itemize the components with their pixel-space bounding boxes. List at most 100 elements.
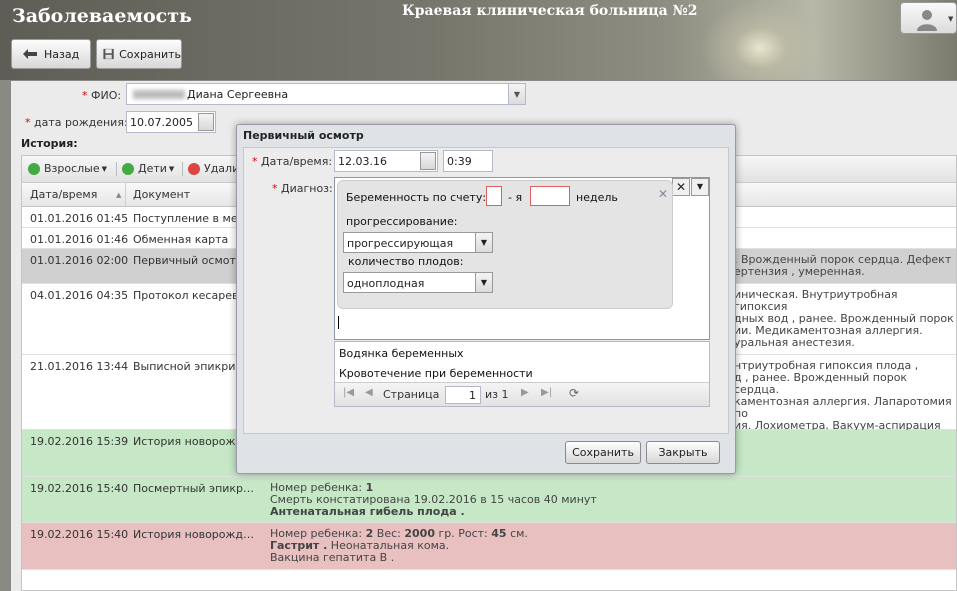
chevron-down-icon: ▼ bbox=[101, 164, 108, 173]
last-page-icon[interactable]: ▶| bbox=[541, 387, 552, 398]
chevron-down-icon: ▼ bbox=[168, 164, 175, 173]
time-field[interactable]: 0:39 bbox=[443, 150, 493, 172]
weeks-label: недель bbox=[576, 191, 618, 204]
delete-icon bbox=[188, 162, 200, 175]
clear-icon[interactable]: ✕ bbox=[672, 178, 690, 196]
fio-label: * ФИО: bbox=[82, 89, 122, 102]
suggestions-pager: |◀ ◀ Страница 1 из 1 ▶ ▶| ⟳ bbox=[335, 382, 709, 406]
save-icon bbox=[103, 48, 114, 60]
progress-label: прогрессирование: bbox=[346, 215, 458, 228]
refresh-icon[interactable]: ⟳ bbox=[569, 386, 579, 400]
row-details: Номер ребенка: 1 Смерть констатирована 1… bbox=[270, 482, 950, 518]
row-doc: История новорожденн... bbox=[133, 528, 259, 541]
app-header: Заболеваемость Краевая клиническая больн… bbox=[0, 0, 957, 80]
fio-value: Диана Сергеевна bbox=[187, 88, 289, 101]
count-suffix: - я bbox=[508, 191, 523, 204]
weeks-input[interactable] bbox=[530, 186, 570, 206]
calendar-icon[interactable] bbox=[420, 152, 436, 170]
row-details: Номер ребенка: 2 Вес: 2000 гр. Рост: 45 … bbox=[270, 528, 950, 564]
height-value: 45 bbox=[491, 527, 507, 540]
page-label: Страница bbox=[383, 388, 440, 401]
col-datetime[interactable]: Дата/время bbox=[30, 188, 97, 201]
suggestion-item[interactable]: Кровотечение при беременности bbox=[339, 367, 533, 380]
progress-select[interactable]: прогрессирующая ▼ bbox=[343, 232, 493, 253]
row-date: 04.01.2016 04:35 bbox=[30, 289, 129, 302]
date-field[interactable]: 12.03.16 bbox=[334, 150, 438, 172]
vaccine-note: Вакцина гепатита В . bbox=[270, 551, 395, 564]
app-title: Заболеваемость bbox=[12, 5, 192, 27]
row-date: 19.02.2016 15:39 bbox=[30, 435, 129, 448]
delete-button[interactable]: Удали bbox=[188, 162, 239, 175]
chevron-down-icon[interactable]: ▼ bbox=[475, 273, 492, 292]
table-row[interactable]: 19.02.2016 15:40 История новорожденн... … bbox=[22, 523, 956, 570]
dialog-close-button[interactable]: Закрыть bbox=[646, 441, 720, 464]
toolbar-divider bbox=[182, 162, 183, 176]
page-input[interactable]: 1 bbox=[445, 386, 481, 404]
user-icon bbox=[917, 10, 937, 31]
height-unit: см. bbox=[506, 527, 528, 540]
row-date: 01.01.2016 01:45 bbox=[30, 212, 129, 225]
progress-value: прогрессирующая bbox=[347, 237, 454, 250]
chevron-down-icon: ▼ bbox=[948, 15, 954, 23]
row-date: 19.02.2016 15:40 bbox=[30, 528, 129, 541]
adults-label: Взрослые bbox=[44, 162, 100, 175]
row-date: 01.01.2016 01:46 bbox=[30, 233, 129, 246]
time-value: 0:39 bbox=[447, 155, 472, 168]
fio-combobox[interactable]: Диана Сергеевна ▼ bbox=[126, 83, 526, 105]
calendar-icon[interactable] bbox=[198, 113, 214, 131]
chevron-down-icon[interactable]: ▼ bbox=[691, 178, 709, 196]
table-row[interactable]: 19.02.2016 15:40 Посмертный эпикриз ... … bbox=[22, 477, 956, 523]
dob-value: 10.07.2005 bbox=[130, 116, 193, 129]
delete-label: Удали bbox=[204, 162, 240, 175]
fetus-count-label: количество плодов: bbox=[348, 255, 464, 268]
add-icon bbox=[28, 162, 40, 175]
row-date: 19.02.2016 15:40 bbox=[30, 482, 129, 495]
dob-field[interactable]: 10.07.2005 bbox=[126, 111, 216, 133]
row-details: . Врожденный порок сердца. Дефект ертенз… bbox=[734, 253, 952, 278]
row-date: 21.01.2016 13:44 bbox=[30, 360, 129, 373]
diagnosis-text: Антенатальная гибель плода . bbox=[270, 505, 465, 518]
back-arrow-icon bbox=[23, 49, 37, 59]
prev-page-icon[interactable]: ◀ bbox=[365, 387, 373, 398]
row-details: иническая. Внутриутробная гипоксия дных … bbox=[734, 288, 954, 349]
row-doc: Посмертный эпикриз ... bbox=[133, 482, 259, 495]
datetime-label: * Дата/время: bbox=[252, 155, 333, 168]
save-button[interactable]: Сохранить bbox=[96, 39, 182, 69]
close-icon[interactable]: ✕ bbox=[658, 187, 668, 201]
dialog-title: Первичный осмотр bbox=[243, 129, 364, 142]
first-page-icon[interactable]: |◀ bbox=[343, 387, 354, 398]
add-icon bbox=[122, 162, 134, 175]
dialog-body: * Дата/время: 12.03.16 0:39 * Диагноз: ✕… bbox=[243, 147, 729, 434]
next-page-icon[interactable]: ▶ bbox=[521, 387, 529, 398]
date-value: 12.03.16 bbox=[338, 155, 387, 168]
pregnancy-count-input[interactable] bbox=[486, 186, 502, 206]
dialog-save-button[interactable]: Сохранить bbox=[565, 441, 641, 464]
column-divider bbox=[125, 183, 126, 207]
chevron-down-icon[interactable]: ▼ bbox=[508, 84, 525, 104]
text-cursor bbox=[338, 316, 339, 329]
diagnosis-label: * Диагноз: bbox=[272, 182, 333, 195]
fetus-count-value: одноплодная bbox=[347, 277, 425, 290]
user-menu-button[interactable]: ▼ bbox=[900, 2, 957, 34]
col-document[interactable]: Документ bbox=[133, 188, 190, 201]
pregnancy-panel: Беременность по счету: - я недель ✕ прог… bbox=[337, 180, 673, 309]
suggestion-item[interactable]: Водянка беременных bbox=[339, 347, 464, 360]
save-button-label: Сохранить bbox=[119, 47, 181, 61]
chevron-down-icon[interactable]: ▼ bbox=[475, 233, 492, 252]
initial-exam-dialog: Первичный осмотр * Дата/время: 12.03.16 … bbox=[236, 124, 736, 474]
page-total: из 1 bbox=[485, 388, 509, 401]
toolbar-divider bbox=[116, 162, 117, 176]
children-button[interactable]: Дети ▼ bbox=[122, 162, 174, 175]
back-button-label: Назад bbox=[44, 47, 80, 61]
row-date: 01.01.2016 02:00 bbox=[30, 254, 129, 267]
redacted-surname bbox=[133, 90, 185, 99]
history-title: История: bbox=[21, 137, 78, 150]
diagnosis-suggestions: Водянка беременных Кровотечение при бере… bbox=[334, 341, 710, 407]
dob-label: * дата рождения: bbox=[25, 116, 128, 129]
back-button[interactable]: Назад bbox=[11, 39, 91, 69]
fetus-count-select[interactable]: одноплодная ▼ bbox=[343, 272, 493, 293]
adults-button[interactable]: Взрослые ▼ bbox=[28, 162, 107, 175]
pregnancy-count-label: Беременность по счету: bbox=[346, 191, 487, 204]
hospital-title: Краевая клиническая больница №2 bbox=[402, 3, 698, 19]
sort-asc-icon: ▲ bbox=[116, 191, 122, 199]
